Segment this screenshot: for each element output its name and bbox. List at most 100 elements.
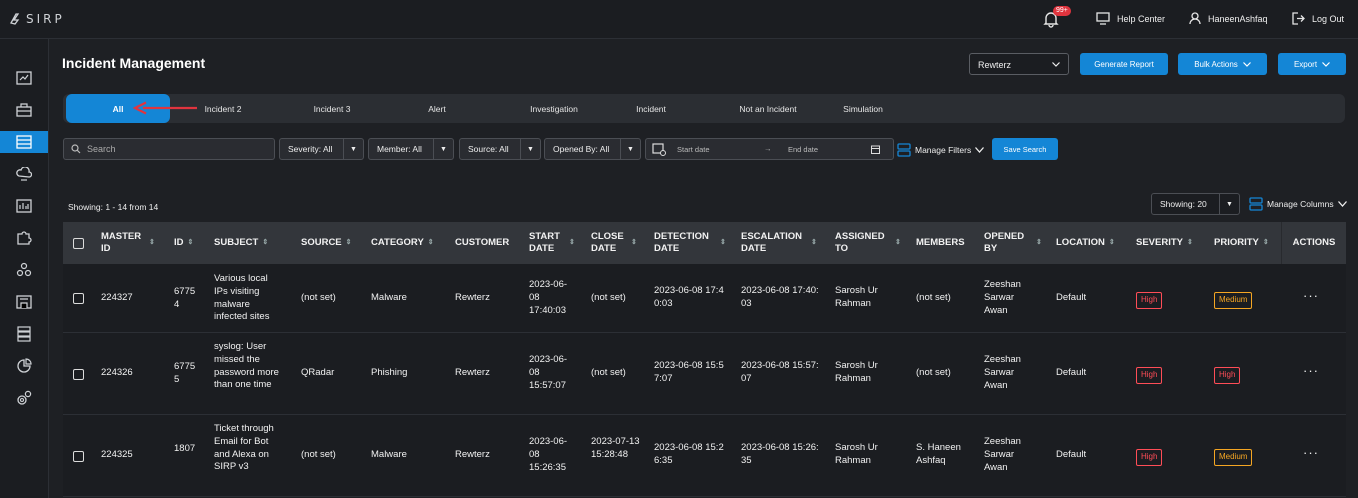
col-detection-date[interactable]: DETECTION DATE ⇕ bbox=[654, 222, 734, 264]
severity-filter[interactable]: Severity: All ▼ bbox=[279, 138, 364, 160]
sort-icon: ⇕ bbox=[811, 239, 817, 246]
organization-select-value: Rewterz bbox=[978, 60, 1012, 70]
col-source[interactable]: SOURCE ⇕ bbox=[301, 222, 352, 264]
sirp-logo[interactable]: SIRP bbox=[9, 12, 65, 26]
assigned-to: Sarosh Ur Rahman bbox=[835, 360, 878, 384]
severity-cell: High bbox=[1136, 292, 1163, 309]
col-opened-by[interactable]: OPENED BY ⇕ bbox=[984, 222, 1044, 264]
incident-id[interactable]: 1807 bbox=[174, 443, 196, 456]
sort-icon: ⇕ bbox=[1187, 239, 1193, 246]
sidebar-item-database[interactable] bbox=[0, 323, 48, 345]
sidebar-item-reports[interactable] bbox=[0, 195, 48, 217]
calendar-icon bbox=[871, 145, 880, 154]
row-actions-menu[interactable]: ··· bbox=[1303, 446, 1319, 460]
logout-button[interactable]: Log Out bbox=[1292, 12, 1344, 25]
master-id[interactable]: 224327 bbox=[101, 292, 133, 305]
location: Default bbox=[1056, 449, 1087, 460]
category-tabs: All Incident 2 Incident 3 Alert Investig… bbox=[63, 94, 1345, 123]
customer: Rewterz bbox=[455, 292, 490, 303]
page-size-select[interactable]: Showing: 20 ▼ bbox=[1151, 193, 1240, 215]
source: (not set) bbox=[301, 292, 336, 303]
user-name: HaneenAshfaq bbox=[1208, 13, 1268, 24]
generate-report-label: Generate Report bbox=[1094, 59, 1154, 69]
bulk-actions-button[interactable]: Bulk Actions bbox=[1178, 53, 1267, 75]
row-actions-menu[interactable]: ··· bbox=[1303, 364, 1319, 378]
caret-down-icon: ▼ bbox=[343, 139, 363, 159]
subject[interactable]: Various local IPs visiting malware infec… bbox=[214, 273, 284, 324]
sort-icon: ⇕ bbox=[631, 239, 637, 246]
tab-investigation[interactable]: Investigation bbox=[509, 94, 599, 123]
col-category[interactable]: CATEGORY ⇕ bbox=[371, 222, 434, 264]
row-checkbox[interactable] bbox=[73, 369, 84, 380]
opened-by-filter[interactable]: Opened By: All ▼ bbox=[544, 138, 641, 160]
col-severity[interactable]: SEVERITY ⇕ bbox=[1136, 222, 1193, 264]
table-row[interactable]: 224327 67754 Various local IPs visiting … bbox=[63, 264, 1346, 333]
sort-icon: ⇕ bbox=[427, 239, 434, 246]
tab-not-an-incident[interactable]: Not an Incident bbox=[718, 94, 818, 123]
col-assigned-to[interactable]: ASSIGNED TO ⇕ bbox=[835, 222, 907, 264]
export-button[interactable]: Export bbox=[1278, 53, 1346, 75]
severity-badge: High bbox=[1136, 292, 1163, 309]
subject[interactable]: Ticket through Email for Bot and Alexa o… bbox=[214, 423, 284, 474]
sidebar-item-dashboard[interactable] bbox=[0, 67, 48, 89]
row-checkbox[interactable] bbox=[73, 293, 84, 304]
members: (not set) bbox=[916, 367, 951, 378]
master-id[interactable]: 224325 bbox=[101, 449, 133, 462]
select-all-checkbox[interactable] bbox=[73, 222, 84, 264]
col-priority[interactable]: PRIORITY ⇕ bbox=[1214, 222, 1269, 264]
search-icon bbox=[71, 144, 81, 154]
sort-icon: ⇕ bbox=[1262, 239, 1269, 246]
sidebar-item-cases[interactable] bbox=[0, 99, 48, 121]
assigned-to: Sarosh Ur Rahman bbox=[835, 442, 878, 466]
row-checkbox[interactable] bbox=[73, 451, 84, 462]
help-center-link[interactable]: Help Center bbox=[1096, 12, 1165, 25]
col-escalation-date[interactable]: ESCALATION DATE ⇕ bbox=[741, 222, 827, 264]
save-search-button[interactable]: Save Search bbox=[992, 138, 1058, 160]
logo-icon bbox=[10, 13, 20, 25]
calendar-add-icon bbox=[652, 143, 666, 156]
subject[interactable]: syslog: User missed the password more th… bbox=[214, 341, 279, 392]
date-range-picker[interactable]: Start date → End date bbox=[645, 138, 894, 160]
severity-badge: High bbox=[1136, 367, 1163, 384]
incident-id[interactable]: 67755 bbox=[174, 361, 196, 387]
sidebar-item-playbooks[interactable] bbox=[0, 259, 48, 281]
col-start-date[interactable]: START DATE ⇕ bbox=[529, 222, 585, 264]
sidebar-item-analytics[interactable] bbox=[0, 355, 48, 377]
database-icon bbox=[17, 326, 31, 342]
sidebar-item-settings[interactable] bbox=[0, 387, 48, 409]
source-filter[interactable]: Source: All ▼ bbox=[459, 138, 541, 160]
row-actions-menu[interactable]: ··· bbox=[1303, 289, 1319, 303]
col-location[interactable]: LOCATION ⇕ bbox=[1056, 222, 1115, 264]
sidebar-item-integrations[interactable] bbox=[0, 227, 48, 249]
col-master-id[interactable]: MASTER ID ⇕ bbox=[101, 222, 161, 264]
manage-columns-button[interactable]: Manage Columns bbox=[1249, 197, 1347, 211]
monitor-icon bbox=[1096, 12, 1110, 25]
col-subject[interactable]: SUBJECT ⇕ bbox=[214, 222, 268, 264]
col-id[interactable]: ID ⇕ bbox=[174, 222, 193, 264]
logout-icon bbox=[1292, 12, 1305, 25]
manage-columns-label: Manage Columns bbox=[1267, 199, 1334, 209]
table-row[interactable]: 224325 1807 Ticket through Email for Bot… bbox=[63, 415, 1346, 497]
table-row[interactable]: 224326 67755 syslog: User missed the pas… bbox=[63, 333, 1346, 415]
start-date-input[interactable]: Start date bbox=[677, 145, 710, 154]
sidebar-item-threat-intel[interactable] bbox=[0, 163, 48, 185]
organization-select[interactable]: Rewterz bbox=[969, 53, 1069, 75]
tab-alert[interactable]: Alert bbox=[402, 94, 472, 123]
manage-filters-button[interactable]: Manage Filters bbox=[897, 143, 985, 157]
close-date: 2023-07-13 15:28:48 bbox=[591, 436, 640, 460]
incident-id[interactable]: 67754 bbox=[174, 286, 196, 312]
col-close-date[interactable]: CLOSE DATE ⇕ bbox=[591, 222, 647, 264]
search-input[interactable]: Search bbox=[63, 138, 275, 160]
tab-incident[interactable]: Incident bbox=[616, 94, 686, 123]
tab-incident-3[interactable]: Incident 3 bbox=[297, 94, 367, 123]
end-date-input[interactable]: End date bbox=[788, 145, 818, 154]
sidebar-item-incident-management[interactable] bbox=[0, 131, 48, 153]
user-profile[interactable]: HaneenAshfaq bbox=[1189, 12, 1268, 25]
member-filter[interactable]: Member: All ▼ bbox=[368, 138, 454, 160]
generate-report-button[interactable]: Generate Report bbox=[1080, 53, 1168, 75]
tab-simulation[interactable]: Simulation bbox=[828, 94, 898, 123]
help-center-label: Help Center bbox=[1117, 13, 1166, 24]
user-icon bbox=[1189, 12, 1201, 25]
master-id[interactable]: 224326 bbox=[101, 367, 133, 380]
sidebar-item-assets[interactable] bbox=[0, 291, 48, 313]
